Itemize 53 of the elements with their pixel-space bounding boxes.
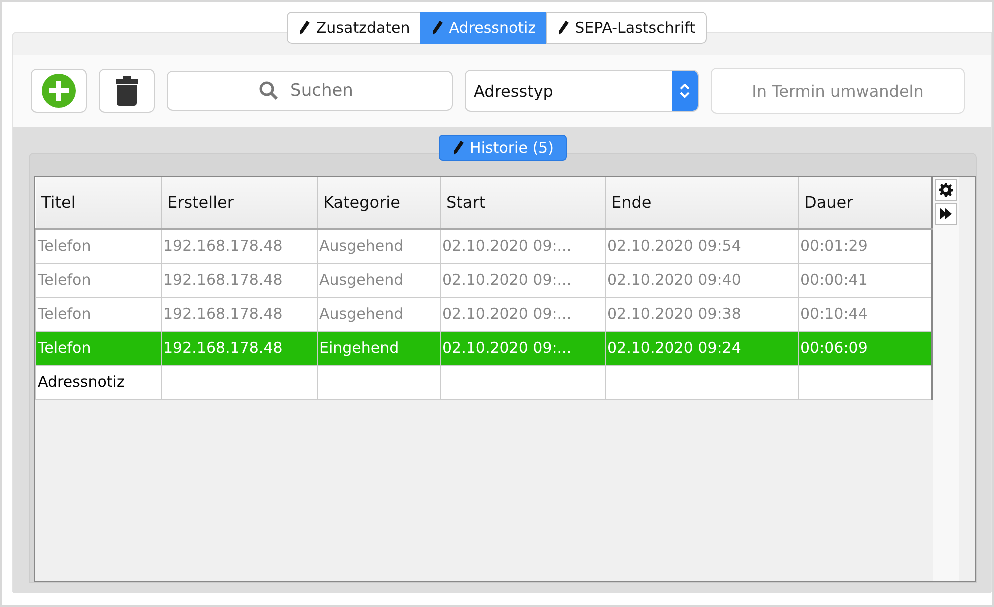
table-cell: 02.10.2020 09:... — [442, 271, 572, 289]
table-row[interactable]: Adressnotiz — [36, 365, 932, 399]
table-cell: 02.10.2020 09:40 — [608, 271, 742, 289]
search-field[interactable]: Suchen — [167, 71, 453, 111]
double-arrow-icon — [939, 207, 953, 221]
delete-button[interactable] — [99, 69, 155, 113]
plus-icon — [41, 73, 77, 109]
column-header[interactable]: Start — [440, 177, 605, 229]
table-cell: 00:00:41 — [800, 271, 868, 289]
trash-icon — [115, 76, 139, 106]
table-row[interactable]: Telefon 192.168.178.48 Ausgehend 02.10.2020 09:... 02.10.2020 09:40 00:00:41 — [36, 263, 932, 297]
table-cell: 192.168.178.48 — [164, 237, 283, 256]
table-cell: Telefon — [38, 271, 92, 289]
column-header[interactable]: Kategorie — [317, 177, 440, 229]
table-cell: 02.10.2020 09:54 — [608, 237, 742, 256]
table-cell: 00:10:44 — [800, 305, 868, 323]
table-cell: Telefon — [38, 237, 92, 256]
settings-button[interactable] — [935, 179, 957, 201]
table-cell: Telefon — [38, 305, 92, 323]
chevron-up-down-icon — [680, 84, 690, 98]
tab[interactable]: Zusatzdaten — [287, 12, 420, 44]
add-button[interactable] — [31, 69, 87, 113]
settings-icon — [939, 183, 953, 197]
table-row[interactable]: Telefon 192.168.178.48 Ausgehend 02.10.2020 09:... 02.10.2020 09:54 00:01:29 — [36, 229, 932, 263]
table-cell: 192.168.178.48 — [164, 271, 283, 289]
table-cell: 02.10.2020 09:... — [442, 237, 572, 256]
table-cell: 00:01:29 — [800, 237, 868, 256]
pencil-icon — [557, 21, 570, 35]
table-cell: Adressnotiz — [38, 373, 125, 391]
table-cell: 02.10.2020 09:38 — [608, 305, 742, 323]
table-cell: 00:06:09 — [800, 339, 868, 357]
column-header[interactable]: Dauer — [798, 177, 932, 229]
table-row[interactable]: Telefon 192.168.178.48 Ausgehend 02.10.2020 09:... 02.10.2020 09:38 00:10:44 — [36, 297, 932, 331]
pencil-icon — [431, 21, 444, 35]
address-type-dropdown[interactable]: Adresstyp — [465, 70, 699, 112]
table-cell: 02.10.2020 09:... — [442, 339, 572, 357]
table-cell: 02.10.2020 09:24 — [608, 339, 742, 357]
table-cell: Ausgehend — [320, 237, 404, 256]
pencil-icon — [298, 21, 310, 35]
tab[interactable]: SEPA-Lastschrift — [546, 12, 707, 44]
column-header[interactable]: Ersteller — [161, 177, 317, 229]
expand-button[interactable] — [935, 203, 957, 225]
table-cell: Ausgehend — [320, 305, 404, 323]
search-icon — [259, 81, 279, 101]
table-cell: Eingehend — [320, 339, 400, 357]
table-cell: 02.10.2020 09:... — [442, 305, 572, 323]
table-cell: 192.168.178.48 — [164, 305, 283, 323]
column-header[interactable]: Titel — [36, 177, 161, 229]
table-cell: Telefon — [38, 339, 92, 357]
pencil-icon — [452, 141, 464, 155]
table-cell: Ausgehend — [320, 271, 404, 289]
table-cell: 192.168.178.48 — [164, 339, 283, 357]
column-header[interactable]: Ende — [605, 177, 798, 229]
